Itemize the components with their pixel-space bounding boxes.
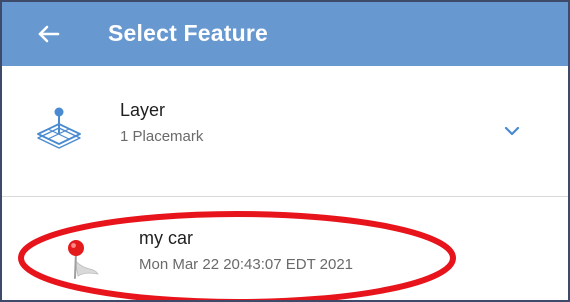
- layer-name: Layer: [120, 100, 166, 120]
- divider: [2, 196, 568, 197]
- app-bar: Select Feature: [2, 2, 568, 66]
- layer-row[interactable]: Layer 1 Placemark: [2, 66, 568, 196]
- page-title: Select Feature: [108, 20, 269, 46]
- layer-placemark-count: 1 Placemark: [120, 128, 204, 145]
- feature-name: my car: [139, 228, 193, 248]
- expand-button[interactable]: [502, 124, 522, 138]
- feature-timestamp: Mon Mar 22 20:43:07 EDT 2021: [139, 256, 354, 273]
- back-button[interactable]: [32, 18, 64, 50]
- layer-pushpin-icon: [34, 104, 84, 152]
- arrow-left-icon: [38, 25, 60, 43]
- app-window: Select Feature Layer 1 Placemark my car …: [0, 0, 570, 302]
- red-pushpin-icon: [64, 238, 106, 280]
- feature-list-item[interactable]: my car Mon Mar 22 20:43:07 EDT 2021: [2, 198, 568, 300]
- chevron-down-icon: [504, 126, 520, 136]
